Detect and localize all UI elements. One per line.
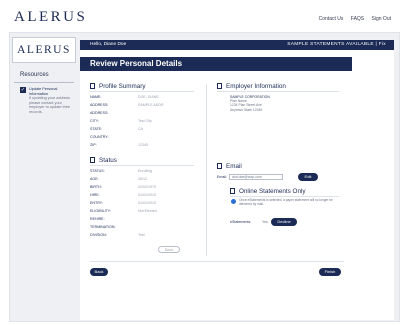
status-title: Status <box>90 157 117 164</box>
status-divider <box>90 165 194 166</box>
checkbox-icon[interactable]: ✓ <box>20 87 26 93</box>
employer-info-title: Employer Information <box>217 83 286 90</box>
employer-divider <box>217 91 339 92</box>
online-statements-title: Online Statements Only <box>230 188 306 195</box>
top-bar: ALERUS Contact Us FAQS Sign Out <box>0 0 403 36</box>
hello-bar: Hello, Diane Doe SAMPLE STATEMENTS AVAIL… <box>80 40 394 50</box>
estatements-decline-button[interactable]: Decline <box>271 218 297 226</box>
sidebar-item-title: Update Personal Information <box>29 87 58 96</box>
statements-notice[interactable]: SAMPLE STATEMENTS AVAILABLE | Fix <box>287 40 386 50</box>
sidebar-item-update-info[interactable]: Update Personal Information If updating … <box>29 87 75 115</box>
email-edit-button[interactable]: Edit <box>298 173 318 181</box>
back-button[interactable]: Back <box>90 268 108 276</box>
info-icon <box>231 199 236 204</box>
employer-details: SAMPLE CORPORATION Plan Name 1234 Plan S… <box>230 95 270 112</box>
column-divider <box>206 84 207 256</box>
page-title: Review Personal Details <box>80 57 352 71</box>
sidebar-logo: ALERUS <box>12 37 76 63</box>
status-done-button[interactable]: Done <box>158 246 180 253</box>
resources-title: Resources <box>20 72 49 78</box>
document-icon <box>90 157 95 163</box>
email-title: Email <box>217 163 242 170</box>
sign-out-link[interactable]: Sign Out <box>372 16 391 22</box>
faqs-link[interactable]: FAQS <box>351 16 364 22</box>
email-field[interactable]: dori.doe@corp.com <box>229 174 283 180</box>
online-statements-divider <box>230 196 339 197</box>
estatements-note: Once eStatements is selected, a paper st… <box>239 198 333 206</box>
contact-us-link[interactable]: Contact Us <box>319 16 344 22</box>
footer-divider <box>90 261 344 262</box>
sidebar-item-description: If updating your address please contact … <box>29 96 70 114</box>
top-nav: Contact Us FAQS Sign Out <box>313 16 391 22</box>
document-icon <box>90 83 95 89</box>
main-panel <box>80 40 394 320</box>
document-icon <box>217 163 222 169</box>
alerus-logo: ALERUS <box>14 9 88 25</box>
employer-line-4: Anytown State 12345 <box>230 107 263 112</box>
resources-divider <box>14 82 74 83</box>
document-icon <box>230 188 235 194</box>
profile-summary-title: Profile Summary <box>90 83 146 90</box>
greeting: Hello, Diane Doe <box>90 42 127 47</box>
profile-divider <box>90 91 194 92</box>
finish-button[interactable]: Finish <box>319 268 341 276</box>
document-icon <box>217 83 222 89</box>
